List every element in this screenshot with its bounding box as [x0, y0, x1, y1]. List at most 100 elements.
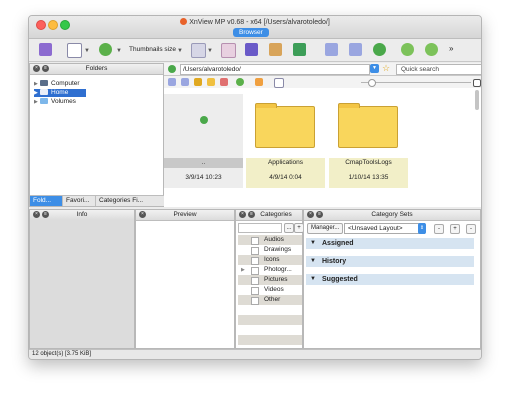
zoom-slider-knob[interactable] [368, 79, 376, 87]
category-row[interactable]: Other [238, 295, 302, 305]
refresh-icon[interactable] [168, 65, 176, 73]
thumbnail-item[interactable]: .. 3/9/14 10:23 [164, 94, 243, 199]
close-pane-icon[interactable]: × [33, 211, 40, 218]
path-input[interactable]: /Users/alvarotoledo/ [180, 64, 370, 75]
delete-icon[interactable] [220, 78, 228, 86]
thumbnail-image [164, 94, 243, 148]
filter-icon[interactable] [255, 78, 263, 86]
forward-icon[interactable] [181, 78, 189, 86]
app-window: XnView MP v0.68 - x64 [/Users/alvarotole… [28, 15, 482, 360]
category-more-button[interactable]: ... [284, 223, 294, 233]
path-history-dropdown[interactable]: ▼ [370, 64, 379, 73]
manager-button[interactable]: Manager... [307, 223, 344, 234]
category-checkbox[interactable] [251, 257, 259, 265]
folders-bottom-tabs: Fold... Favori... Categories Fi... [30, 195, 165, 206]
categories-pane-title: Categories [260, 211, 292, 218]
sort-icon[interactable] [99, 43, 112, 56]
close-pane-icon[interactable]: × [139, 211, 146, 218]
category-checkbox[interactable] [251, 277, 259, 285]
layout-select[interactable]: <Unsaved Layout> [344, 223, 425, 234]
category-checkbox[interactable] [251, 247, 259, 255]
view-mode-icon[interactable] [67, 43, 82, 58]
thumbnail-name: CmapToolsLogs [329, 158, 408, 168]
toolbar-overflow-icon[interactable]: » [449, 44, 453, 53]
category-row-empty [238, 315, 302, 325]
refresh-icon[interactable] [373, 43, 386, 56]
close-pane-icon[interactable]: × [239, 211, 246, 218]
close-pane-icon[interactable]: × [33, 65, 40, 72]
collapse-triangle-icon[interactable]: ▼ [310, 238, 316, 249]
section-assigned[interactable]: ▼ Assigned [306, 238, 474, 249]
expand-arrow-icon[interactable]: ▶ [241, 265, 245, 275]
category-row[interactable]: ▶ Photogr... [238, 265, 302, 275]
next-icon[interactable] [349, 43, 362, 56]
section-suggested[interactable]: ▼ Suggested [306, 274, 474, 285]
tab-browser[interactable]: Browser [233, 28, 269, 37]
category-checkbox[interactable] [251, 297, 259, 305]
section-label: Assigned [322, 240, 354, 247]
filter-dropdown-arrow[interactable]: ▼ [207, 48, 213, 54]
tree-item-computer[interactable]: ▶ Computer [34, 80, 80, 88]
compare-icon[interactable] [245, 43, 258, 56]
category-row[interactable]: Audios [238, 235, 302, 245]
category-checkbox[interactable] [251, 287, 259, 295]
categories-pane-header: × ≡ Categories [236, 210, 302, 221]
fit-icon[interactable] [473, 79, 481, 87]
vertical-scrollbar[interactable] [475, 90, 479, 110]
image-edit-icon[interactable] [293, 43, 306, 56]
thumbnail-name: Applications [246, 158, 325, 168]
category-checkbox[interactable] [251, 267, 259, 275]
quick-search-input[interactable]: Quick search [396, 64, 481, 75]
section-history[interactable]: ▼ History [306, 256, 474, 267]
sort-icon[interactable] [236, 78, 244, 86]
info-pane: × ≡ Info [29, 209, 135, 349]
rotate-right-icon[interactable] [425, 43, 438, 56]
rotate-left-icon[interactable] [401, 43, 414, 56]
favorite-star-icon[interactable]: ☆ [382, 63, 390, 74]
thumbnails-size-button[interactable]: Thumbnails size [129, 46, 176, 53]
collapse-triangle-icon[interactable]: ▼ [310, 274, 316, 285]
batch-convert-icon[interactable] [221, 43, 236, 58]
category-row[interactable]: Pictures [238, 275, 302, 285]
pane-options-icon[interactable]: ≡ [42, 65, 49, 72]
view-mode-icon[interactable] [274, 78, 284, 88]
collapse-button[interactable]: - [466, 224, 476, 234]
new-folder-icon[interactable] [207, 78, 215, 86]
category-checkbox[interactable] [251, 237, 259, 245]
collapse-triangle-icon[interactable]: ▼ [310, 256, 316, 267]
view-mode-dropdown-arrow[interactable]: ▼ [84, 48, 90, 54]
filter-icon[interactable] [191, 43, 206, 58]
parent-up-icon [200, 116, 208, 124]
back-icon[interactable] [168, 78, 176, 86]
tree-item-home[interactable]: ▶ Home [34, 89, 86, 97]
previous-icon[interactable] [325, 43, 338, 56]
pane-options-icon[interactable]: ≡ [316, 211, 323, 218]
tab-folders[interactable]: Fold... [30, 196, 63, 206]
category-row[interactable]: Videos [238, 285, 302, 295]
preview-pane-title: Preview [173, 211, 197, 218]
fullscreen-icon[interactable] [39, 43, 52, 56]
folders-pane-header: × ≡ Folders [30, 64, 163, 75]
slideshow-icon[interactable] [269, 43, 282, 56]
tab-categories-filter[interactable]: Categories Fi... [96, 196, 165, 206]
pane-options-icon[interactable]: ≡ [248, 211, 255, 218]
zoom-slider[interactable] [361, 82, 471, 83]
add-layout-button[interactable]: + [450, 224, 460, 234]
close-pane-icon[interactable]: × [307, 211, 314, 218]
tree-item-volumes[interactable]: ▶ Volumes [34, 98, 76, 106]
thumbnail-item[interactable]: Applications 4/9/14 0:04 [246, 94, 325, 199]
pane-options-icon[interactable]: ≡ [42, 211, 49, 218]
remove-layout-button[interactable]: - [434, 224, 444, 234]
title-bar: XnView MP v0.68 - x64 [/Users/alvarotole… [29, 16, 481, 39]
category-label: Audios [264, 236, 284, 243]
category-filter-input[interactable] [238, 223, 282, 233]
parent-folder-icon[interactable] [194, 78, 202, 86]
layout-select-arrow-icon[interactable]: ⇕ [418, 223, 426, 234]
category-row[interactable]: Icons [238, 255, 302, 265]
thumbnail-item[interactable]: CmapToolsLogs 1/10/14 13:35 [329, 94, 408, 199]
home-icon [40, 89, 48, 95]
category-row[interactable]: Drawings [238, 245, 302, 255]
thumbnails-size-dropdown-arrow[interactable]: ▼ [177, 48, 183, 54]
sort-dropdown-arrow[interactable]: ▼ [116, 48, 122, 54]
tab-favorites[interactable]: Favori... [63, 196, 96, 206]
